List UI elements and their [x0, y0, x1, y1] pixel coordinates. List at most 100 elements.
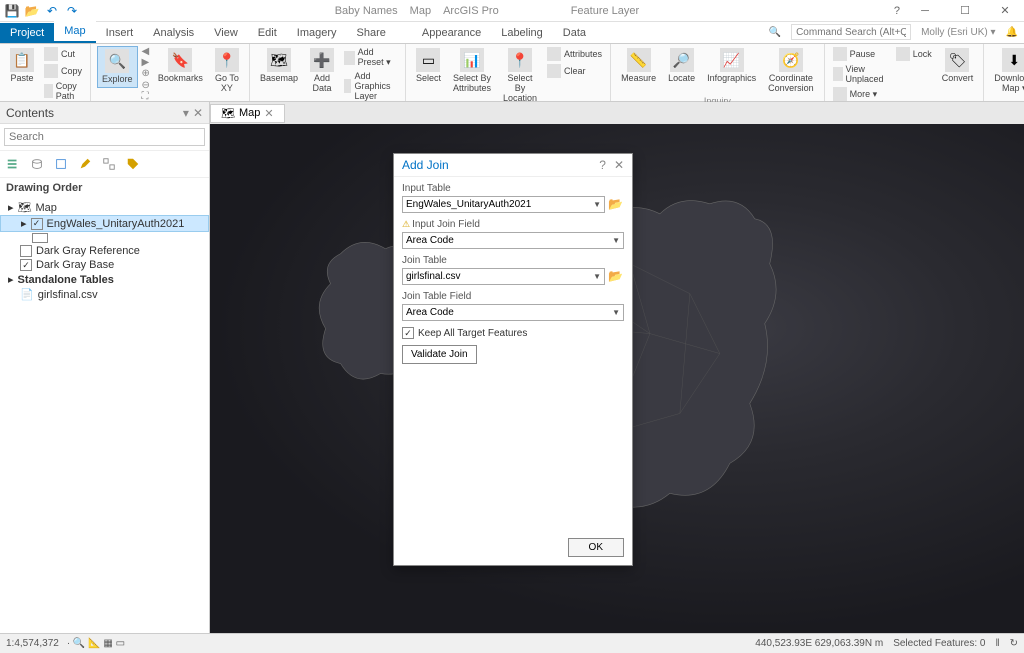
scale-controls[interactable]: · 🔍 📐 ▦ ▭	[67, 638, 125, 649]
download-map-button[interactable]: ⬇Download Map ▾	[990, 46, 1024, 96]
copy-path-button[interactable]: Copy Path	[42, 80, 84, 102]
toc-layer-dark-base[interactable]: Dark Gray Base	[0, 258, 209, 272]
command-search-input[interactable]	[791, 24, 911, 40]
layer-checkbox[interactable]	[20, 245, 32, 257]
add-data-button[interactable]: ➕Add Data	[306, 46, 338, 96]
group-labeling: Pause View Unplaced More ▾ Lock 🏷Convert…	[825, 44, 985, 101]
ok-button[interactable]: OK	[568, 538, 624, 557]
open-icon[interactable]: 📂	[24, 3, 40, 19]
select-button[interactable]: ▭Select	[412, 46, 445, 86]
keep-all-checkbox[interactable]	[402, 327, 414, 339]
validate-join-button[interactable]: Validate Join	[402, 345, 477, 364]
join-table-field-label: Join Table Field	[402, 291, 624, 302]
add-join-dialog: Add Join ? ✕ Input Table EngWales_Unitar…	[393, 153, 633, 566]
tab-close-icon[interactable]: ✕	[264, 107, 273, 120]
tab-data[interactable]: Data	[553, 23, 596, 43]
list-source-icon[interactable]	[28, 155, 46, 173]
layer-checkbox[interactable]	[31, 218, 43, 230]
list-snapping-icon[interactable]	[100, 155, 118, 173]
layer-checkbox[interactable]	[20, 259, 32, 271]
dialog-close-icon[interactable]: ✕	[614, 158, 624, 172]
browse-icon[interactable]: 📂	[608, 269, 624, 285]
doc-name: Baby Names	[335, 5, 398, 17]
add-graphics-button[interactable]: Add Graphics Layer	[342, 70, 399, 102]
measure-button[interactable]: 📏Measure	[617, 46, 660, 86]
tab-project[interactable]: Project	[0, 23, 54, 43]
join-table-combo[interactable]: girlsfinal.csv▼	[402, 268, 605, 285]
list-editing-icon[interactable]	[76, 155, 94, 173]
copy-button[interactable]: Copy	[42, 63, 84, 79]
app-name: ArcGIS Pro	[443, 5, 499, 17]
goto-xy-button[interactable]: 📍Go To XY	[211, 46, 243, 96]
tab-view[interactable]: View	[204, 23, 248, 43]
paste-button[interactable]: 📋Paste	[6, 46, 38, 86]
toc-layer-engwales[interactable]: ▸EngWales_UnitaryAuth2021	[0, 215, 209, 232]
cut-button[interactable]: Cut	[42, 46, 84, 62]
dialog-titlebar[interactable]: Add Join ? ✕	[394, 154, 632, 177]
basemap-button[interactable]: 🗺Basemap	[256, 46, 302, 86]
infographics-button[interactable]: 📈Infographics	[703, 46, 760, 86]
attributes-button[interactable]: Attributes	[545, 46, 604, 62]
redo-icon[interactable]: ↷	[64, 3, 80, 19]
join-table-field-combo[interactable]: Area Code▼	[402, 304, 624, 321]
bookmarks-button[interactable]: 🔖Bookmarks	[154, 46, 207, 86]
list-drawing-order-icon[interactable]	[4, 155, 22, 173]
list-selection-icon[interactable]	[52, 155, 70, 173]
contents-search-input[interactable]	[4, 128, 205, 146]
dialog-help-icon[interactable]: ?	[599, 158, 606, 172]
undo-icon[interactable]: ↶	[44, 3, 60, 19]
title-center: Baby Names Map ArcGIS Pro Feature Layer	[80, 5, 894, 17]
add-preset-button[interactable]: Add Preset ▾	[342, 46, 399, 69]
map-tab-active[interactable]: 🗺Map✕	[210, 104, 285, 123]
clear-button[interactable]: Clear	[545, 63, 604, 79]
group-navigate: 🔍Explore ◀ ▶ ⊕⊖ ⛶ ↻⟲ ⟳ ✦ 🔖Bookmarks 📍Go …	[91, 44, 250, 101]
tab-appearance[interactable]: Appearance	[412, 23, 491, 43]
refresh-icon[interactable]: ↻	[1010, 638, 1018, 649]
locate-button[interactable]: 🔎Locate	[664, 46, 699, 86]
keep-all-checkbox-row[interactable]: Keep All Target Features	[402, 327, 624, 339]
tab-insert[interactable]: Insert	[96, 23, 144, 43]
select-by-location-button[interactable]: 📍Select By Location	[499, 46, 541, 106]
toc-layer-dark-ref[interactable]: Dark Gray Reference	[0, 244, 209, 258]
ribbon-tabs: Project Map Insert Analysis View Edit Im…	[0, 22, 1024, 44]
minimize-icon[interactable]: ─	[910, 2, 940, 20]
toc-layer-symbol[interactable]	[0, 232, 209, 244]
pane-menu-icon[interactable]: ▾	[183, 106, 189, 120]
coord-conversion-button[interactable]: 🧭Coordinate Conversion	[764, 46, 818, 96]
maximize-icon[interactable]: ☐	[950, 2, 980, 20]
pane-close-icon[interactable]: ✕	[193, 106, 203, 120]
close-icon[interactable]: ✕	[990, 2, 1020, 20]
tab-labeling[interactable]: Labeling	[491, 23, 553, 43]
scale-label[interactable]: 1:4,574,372	[6, 638, 59, 649]
toc-map-node[interactable]: ▸🗺Map	[0, 200, 209, 215]
tab-share[interactable]: Share	[347, 23, 396, 43]
tab-imagery[interactable]: Imagery	[287, 23, 347, 43]
group-offline: ⬇Download Map ▾ Sync Remove Offline	[984, 44, 1024, 101]
pause-button[interactable]: Pause	[831, 46, 890, 62]
more-labeling-button[interactable]: More ▾	[831, 86, 890, 102]
convert-button[interactable]: 🏷Convert	[938, 46, 978, 86]
save-icon[interactable]: 💾	[4, 3, 20, 19]
tab-map[interactable]: Map	[54, 21, 95, 43]
selected-features-label[interactable]: Selected Features: 0	[893, 638, 985, 649]
tab-analysis[interactable]: Analysis	[143, 23, 204, 43]
pause-drawing-icon[interactable]: ‖	[995, 638, 999, 649]
account-label[interactable]: Molly (Esri UK) ▾	[921, 27, 995, 38]
list-labeling-icon[interactable]	[124, 155, 142, 173]
toc-table-girlsfinal[interactable]: 📄girlsfinal.csv	[0, 287, 209, 302]
toc-standalone-tables[interactable]: ▸Standalone Tables	[0, 272, 209, 287]
help-icon[interactable]: ?	[894, 5, 900, 17]
notification-icon[interactable]: 🔔	[1006, 27, 1018, 38]
input-join-field-combo[interactable]: Area Code▼	[402, 232, 624, 249]
select-by-attributes-button[interactable]: 📊Select By Attributes	[449, 46, 495, 96]
contents-pane: Contents ▾ ✕ Drawing Order ▸🗺Map ▸EngWal…	[0, 102, 210, 633]
tab-edit[interactable]: Edit	[248, 23, 287, 43]
lock-button[interactable]: Lock	[894, 46, 934, 62]
explore-button[interactable]: 🔍Explore	[97, 46, 138, 88]
input-table-label: Input Table	[402, 183, 624, 194]
contents-header: Contents ▾ ✕	[0, 102, 209, 124]
view-unplaced-button[interactable]: View Unplaced	[831, 63, 890, 85]
browse-icon[interactable]: 📂	[608, 197, 624, 213]
title-bar: 💾 📂 ↶ ↷ Baby Names Map ArcGIS Pro Featur…	[0, 0, 1024, 22]
input-table-combo[interactable]: EngWales_UnitaryAuth2021▼	[402, 196, 605, 213]
